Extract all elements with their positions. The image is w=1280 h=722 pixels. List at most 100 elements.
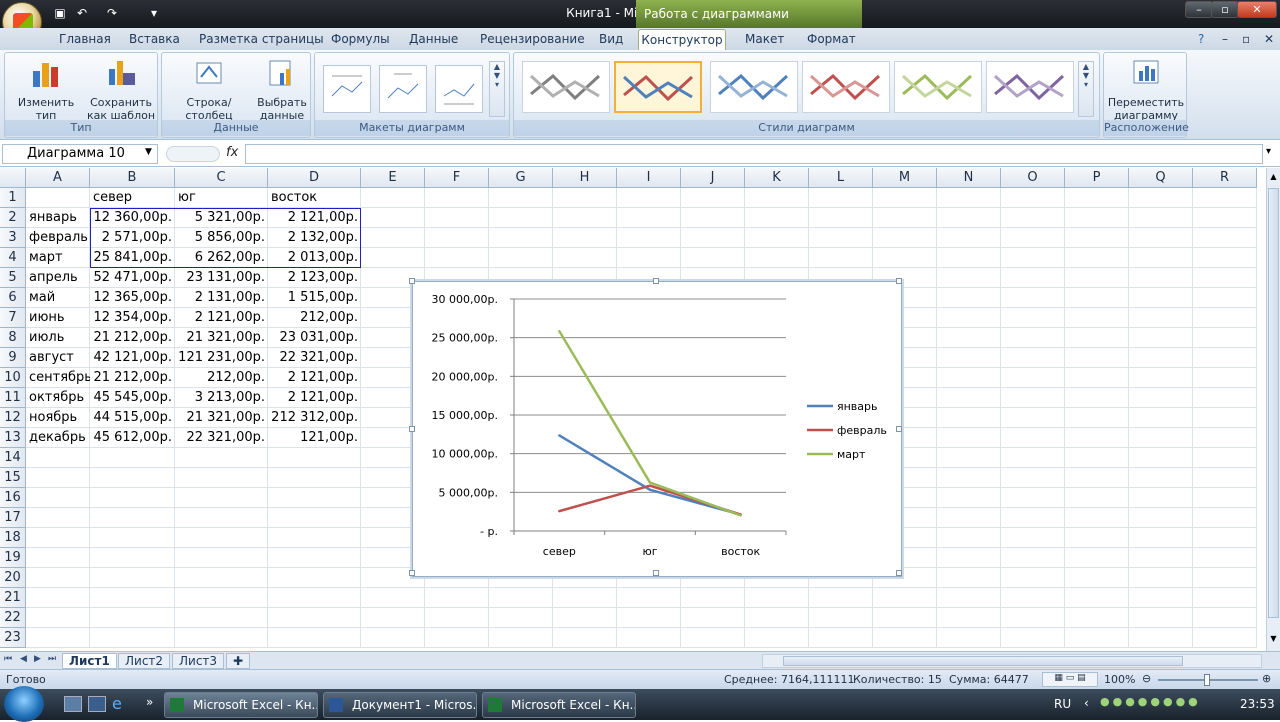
resize-handle-right[interactable] [896,426,902,432]
cell-c12[interactable]: 21 321,00р. [175,408,268,428]
chart-style-5[interactable] [894,61,982,113]
embedded-chart[interactable]: 30 000,00р. 25 000,00р. 20 000,00р. 15 000,… [409,278,902,577]
row-header-14[interactable]: 14 [0,448,26,468]
row-header-12[interactable]: 12 [0,408,26,428]
cell-a7[interactable]: июнь [26,308,90,328]
scroll-down-icon[interactable]: ▼ [1268,634,1279,648]
resize-handle-tr[interactable] [896,278,902,284]
sheet-prev-icon[interactable]: ◀ [20,654,27,664]
show-desktop-icon[interactable] [64,696,82,712]
cell-c1[interactable]: юг [175,188,268,208]
cell-a10[interactable]: сентябрь [26,368,90,388]
tab-format[interactable]: Формат [807,32,856,46]
cell-a12[interactable]: ноябрь [26,408,90,428]
tab-review[interactable]: Рецензирование [480,32,585,46]
cell-d5[interactable]: 2 123,00р. [268,268,361,288]
row-header-10[interactable]: 10 [0,368,26,388]
cell-a4[interactable]: март [26,248,90,268]
cell-d6[interactable]: 1 515,00р. [268,288,361,308]
row-header-5[interactable]: 5 [0,268,26,288]
redo-icon[interactable]: ↷ [104,5,120,21]
column-header-m[interactable]: M [873,168,937,188]
cell-b11[interactable]: 45 545,00р. [90,388,175,408]
resize-handle-bl[interactable] [409,570,415,576]
cell-c7[interactable]: 2 121,00р. [175,308,268,328]
column-header-j[interactable]: J [681,168,745,188]
column-header-g[interactable]: G [489,168,553,188]
name-box[interactable]: Диаграмма 10 [2,144,158,164]
column-header-k[interactable]: K [745,168,809,188]
resize-handle-bottom[interactable] [653,570,659,576]
horizontal-scrollbar[interactable] [762,654,1262,668]
column-header-e[interactable]: E [361,168,425,188]
cell-d10[interactable]: 2 121,00р. [268,368,361,388]
row-header-3[interactable]: 3 [0,228,26,248]
sheet-tab-3[interactable]: Лист3 [172,653,225,669]
cell-d7[interactable]: 212,00р. [268,308,361,328]
row-header-6[interactable]: 6 [0,288,26,308]
layout-thumb-2[interactable] [379,65,427,113]
chart-style-1[interactable] [522,61,610,113]
horizontal-scroll-thumb[interactable] [783,656,1183,666]
zoom-level[interactable]: 100% [1104,673,1135,686]
task-word[interactable]: Документ1 - Micros... [323,692,477,718]
layouts-scroll[interactable]: ▲ ▼ ▾ [489,61,505,117]
cell-b6[interactable]: 12 365,00р. [90,288,175,308]
row-header-13[interactable]: 13 [0,428,26,448]
tab-data[interactable]: Данные [409,32,458,46]
row-header-21[interactable]: 21 [0,588,26,608]
tab-design[interactable]: Конструктор [638,29,726,50]
column-header-f[interactable]: F [425,168,489,188]
column-header-d[interactable]: D [268,168,361,188]
select-data-button[interactable]: Выбрать данные [254,57,310,122]
row-header-19[interactable]: 19 [0,548,26,568]
layout-thumb-1[interactable] [323,65,371,113]
zoom-slider-thumb[interactable] [1204,674,1210,686]
cell-b5[interactable]: 52 471,00р. [90,268,175,288]
cell-c11[interactable]: 3 213,00р. [175,388,268,408]
tray-expand-icon[interactable]: ‹ [1084,696,1089,710]
cell-d1[interactable]: восток [268,188,361,208]
cell-c6[interactable]: 2 131,00р. [175,288,268,308]
formula-input[interactable] [245,144,1263,164]
tray-icons[interactable]: ●●●●●●●● [1100,695,1250,713]
row-header-23[interactable]: 23 [0,628,26,648]
layout-thumb-3[interactable] [435,65,483,113]
cell-b7[interactable]: 12 354,00р. [90,308,175,328]
cell-d13[interactable]: 121,00р. [268,428,361,448]
task-excel-1[interactable]: Microsoft Excel - Кн... [164,692,318,718]
cell-b13[interactable]: 45 612,00р. [90,428,175,448]
column-header-b[interactable]: B [90,168,175,188]
styles-scroll[interactable]: ▲ ▼ ▾ [1078,61,1094,117]
ribbon-restore-icon[interactable]: ▫ [1242,32,1250,46]
sheet-last-icon[interactable]: ⏭ [48,654,56,664]
chart-style-4[interactable] [802,61,890,113]
cell-c13[interactable]: 22 321,00р. [175,428,268,448]
tab-formulas[interactable]: Формулы [331,32,390,46]
switch-windows-icon[interactable] [88,696,106,712]
cell-c5[interactable]: 23 131,00р. [175,268,268,288]
row-header-4[interactable]: 4 [0,248,26,268]
zoom-out-icon[interactable]: ⊖ [1142,672,1151,685]
cell-a3[interactable]: февраль [26,228,90,248]
tab-home[interactable]: Главная [59,32,111,46]
quicklaunch-more-icon[interactable]: » [146,695,153,709]
resize-handle-br[interactable] [896,570,902,576]
column-header-i[interactable]: I [617,168,681,188]
vertical-scrollbar[interactable]: ▲ ▼ [1266,168,1280,651]
column-header-c[interactable]: C [175,168,268,188]
column-header-p[interactable]: P [1065,168,1129,188]
cell-d9[interactable]: 22 321,00р. [268,348,361,368]
row-header-2[interactable]: 2 [0,208,26,228]
row-header-8[interactable]: 8 [0,328,26,348]
row-header-7[interactable]: 7 [0,308,26,328]
row-header-20[interactable]: 20 [0,568,26,588]
insert-sheet-icon[interactable]: ✚ [226,653,250,669]
column-header-h[interactable]: H [553,168,617,188]
customize-qat-icon[interactable]: ▾ [146,5,162,21]
row-header-11[interactable]: 11 [0,388,26,408]
cell-d8[interactable]: 23 031,00р. [268,328,361,348]
row-header-17[interactable]: 17 [0,508,26,528]
close-button[interactable]: ✕ [1237,1,1277,18]
sheet-tab-1[interactable]: Лист1 [62,653,117,669]
